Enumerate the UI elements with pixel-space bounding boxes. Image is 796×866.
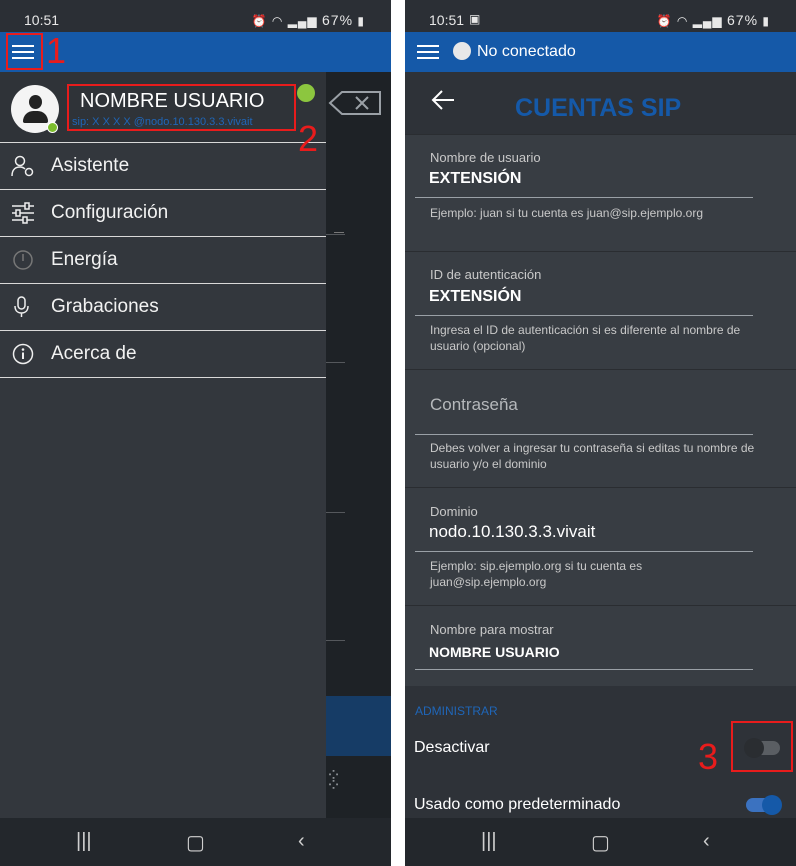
connection-status-icon (453, 42, 471, 60)
menu-item-label: Asistente (51, 155, 130, 176)
battery-percent: 67% (727, 12, 759, 28)
menu-item-asistente[interactable]: Asistente (0, 143, 326, 190)
field-nombre-mostrar: Nombre para mostrar NOMBRE USUARIO (405, 605, 796, 686)
wifi-icon: ◠ (271, 14, 284, 28)
field-contrasena: Contraseña Debes volver a ingresar tu co… (405, 369, 796, 487)
section-label-administrar: ADMINISTRAR (415, 704, 498, 718)
field-dominio: Dominio nodo.10.130.3.3.vivait Ejemplo: … (405, 487, 796, 605)
page-title: CUENTAS SIP (515, 94, 682, 122)
backspace-icon (328, 91, 381, 115)
home-icon[interactable]: ▢ (591, 830, 610, 855)
default-toggle[interactable] (746, 795, 782, 815)
system-nav-bar: ||| ▢ ‹ (0, 818, 391, 866)
back-arrow-icon[interactable] (431, 90, 455, 110)
menu-item-configuracion[interactable]: Configuración (0, 190, 326, 237)
field-label: Nombre de usuario (430, 150, 541, 165)
info-icon (12, 343, 34, 365)
recent-apps-icon[interactable]: ||| (76, 830, 92, 853)
menu-item-energia[interactable]: Energía (0, 237, 326, 284)
field-label: Dominio (430, 504, 478, 519)
battery-percent: 67% (322, 12, 354, 28)
status-icons: ⏰ ◠ ▂▄▆ 67% ▮ (252, 12, 365, 28)
status-time: 10:51 (24, 12, 60, 28)
right-phone-screen: 10:51 ▣ ⏰ ◠ ▂▄▆ 67% ▮ No conectado CUENT… (405, 0, 796, 866)
navigation-drawer: NOMBRE USUARIO sip: X X X X @nodo.10.130… (0, 72, 326, 818)
app-bar: No conectado (405, 32, 796, 72)
wifi-icon: ◠ (676, 14, 689, 28)
battery-icon: ▮ (762, 14, 770, 28)
annotation-box-2 (67, 84, 296, 131)
field-help: Ejemplo: sip.ejemplo.org si tu cuenta es… (430, 559, 643, 589)
annotation-box-3 (731, 721, 793, 772)
input-underline (415, 669, 753, 670)
back-nav-icon[interactable]: ‹ (703, 830, 710, 853)
left-phone-screen: 10:51 ⏰ ◠ ▂▄▆ 67% ▮ 1 ⁘ ⁘ NOMBRE USUARIO… (0, 0, 391, 866)
assistant-user-icon (11, 155, 34, 177)
status-icons: ⏰ ◠ ▂▄▆ 67% ▮ (657, 12, 770, 28)
registration-status-dot (297, 84, 315, 102)
field-id-autenticacion: ID de autenticación EXTENSIÓN Ingresa el… (405, 251, 796, 369)
status-time: 10:51 (429, 12, 465, 28)
field-label: ID de autenticación (430, 267, 542, 282)
password-input[interactable]: Contraseña (430, 395, 518, 415)
menu-item-label: Acerca de (51, 343, 137, 364)
power-icon (13, 250, 33, 270)
signal-icon: ▂▄▆ (287, 14, 318, 28)
menu-item-grabaciones[interactable]: Grabaciones (0, 284, 326, 331)
field-help: Ingresa el ID de autenticación si es dif… (430, 323, 741, 353)
menu-item-acerca-de[interactable]: Acerca de (0, 331, 326, 378)
page-header: CUENTAS SIP (405, 72, 796, 134)
recent-apps-icon[interactable]: ||| (481, 830, 497, 853)
status-bar: 10:51 ▣ ⏰ ◠ ▂▄▆ 67% ▮ (405, 0, 796, 32)
field-help: Ejemplo: juan si tu cuenta es juan@sip.e… (430, 206, 703, 220)
microphone-icon (14, 296, 29, 317)
online-status-dot (47, 122, 58, 133)
connection-status-text: No conectado (477, 43, 576, 60)
menu-item-label: Configuración (51, 202, 169, 223)
annotation-box-1 (6, 33, 43, 70)
back-nav-icon[interactable]: ‹ (298, 830, 305, 853)
gallery-notification-icon: ▣ (469, 12, 481, 26)
toggle-label-predeterminado: Usado como predeterminado (414, 796, 621, 813)
background-call-bar (326, 696, 391, 756)
menu-item-label: Grabaciones (51, 296, 159, 317)
status-bar: 10:51 ⏰ ◠ ▂▄▆ 67% ▮ (0, 0, 391, 32)
input-underline (415, 551, 753, 552)
battery-icon: ▮ (357, 14, 365, 28)
input-underline (415, 315, 753, 316)
home-icon[interactable]: ▢ (186, 830, 205, 855)
dialpad-icon: ⁘ ⁘ (326, 765, 342, 795)
signal-icon: ▂▄▆ (692, 14, 723, 28)
username-input[interactable]: EXTENSIÓN (429, 170, 521, 188)
annotation-number-3: 3 (698, 736, 719, 777)
hamburger-menu-icon[interactable] (417, 41, 439, 63)
toggle-label-desactivar: Desactivar (414, 739, 490, 756)
field-nombre-usuario: Nombre de usuario EXTENSIÓN Ejemplo: jua… (405, 134, 796, 251)
field-label: Nombre para mostrar (430, 622, 554, 637)
annotation-number-1: 1 (46, 30, 67, 71)
input-underline (415, 434, 753, 435)
alarm-icon: ⏰ (656, 14, 673, 28)
menu-item-label: Energía (51, 249, 118, 270)
alarm-icon: ⏰ (251, 14, 268, 28)
system-nav-bar: ||| ▢ ‹ (405, 818, 796, 866)
annotation-number-2: 2 (298, 118, 319, 159)
avatar[interactable] (11, 85, 59, 133)
field-help: Debes volver a ingresar tu contraseña si… (430, 441, 755, 471)
input-underline (415, 197, 753, 198)
sliders-icon (12, 202, 34, 224)
auth-id-input[interactable]: EXTENSIÓN (429, 288, 521, 306)
domain-input[interactable]: nodo.10.130.3.3.vivait (429, 522, 595, 542)
display-name-input[interactable]: NOMBRE USUARIO (429, 644, 560, 660)
